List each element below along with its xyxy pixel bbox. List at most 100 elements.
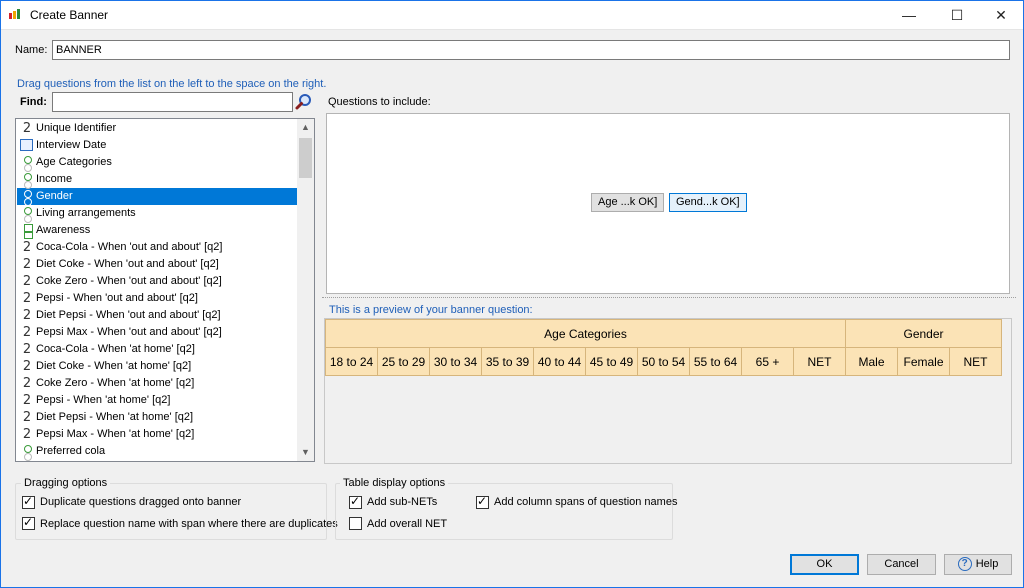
column-header: 40 to 44: [533, 347, 586, 376]
group-header-gender: Gender: [845, 319, 1002, 348]
list-item[interactable]: 2 Diet Pepsi - When 'out and about' [q2]: [17, 307, 297, 324]
list-item-label: Gender: [36, 190, 73, 202]
list-item-label: Coke Zero - When 'out and about' [q2]: [36, 275, 222, 287]
duplicate-questions-checkbox[interactable]: [22, 494, 35, 509]
dragging-options-group: [15, 483, 327, 540]
list-item[interactable]: 2 Pepsi Max - When 'at home' [q2]: [17, 426, 297, 443]
ok-button[interactable]: OK: [790, 554, 859, 575]
find-label: Find:: [20, 96, 47, 108]
column-header: NET: [949, 347, 1002, 376]
splitter[interactable]: [322, 297, 1016, 298]
add-sub-nets-checkbox[interactable]: [349, 494, 362, 509]
list-item[interactable]: 2 Coca-Cola - When 'out and about' [q2]: [17, 239, 297, 256]
list-item-label: Pepsi Max - When 'out and about' [q2]: [36, 326, 222, 338]
numeric-question-icon: 2: [22, 342, 32, 357]
column-header: 18 to 24: [325, 347, 378, 376]
list-item[interactable]: Preferred cola: [17, 443, 297, 461]
list-item[interactable]: 2 Diet Coke - When 'out and about' [q2]: [17, 256, 297, 273]
numeric-question-icon: 2: [22, 325, 32, 340]
list-item[interactable]: Gender: [17, 188, 297, 206]
dragging-options-title: Dragging options: [21, 477, 111, 489]
list-item-label: Coca-Cola - When 'at home' [q2]: [36, 343, 195, 355]
list-item-label: Pepsi Max - When 'at home' [q2]: [36, 428, 195, 440]
include-drop-area[interactable]: [326, 113, 1010, 294]
numeric-question-icon: 2: [22, 427, 32, 442]
add-column-spans-checkbox[interactable]: [476, 494, 489, 509]
numeric-question-icon: 2: [22, 121, 32, 136]
column-header: 25 to 29: [377, 347, 430, 376]
help-button[interactable]: ? Help: [944, 554, 1012, 575]
single-response-icon: [21, 155, 33, 172]
table-display-options-group: [335, 483, 673, 540]
scroll-down-icon[interactable]: ▼: [297, 444, 314, 461]
column-header: Female: [897, 347, 950, 376]
add-overall-net-label: Add overall NET: [367, 518, 448, 530]
help-icon: ?: [957, 557, 972, 572]
list-item-label: Diet Coke - When 'out and about' [q2]: [36, 258, 219, 270]
chip-age-categories[interactable]: Age ...k OK]: [591, 193, 665, 212]
list-scrollbar[interactable]: ▲ ▼: [297, 119, 314, 461]
numeric-question-icon: 2: [22, 410, 32, 425]
list-item-label: Diet Pepsi - When 'out and about' [q2]: [36, 309, 221, 321]
list-item[interactable]: 2 Coke Zero - When 'at home' [q2]: [17, 375, 297, 392]
banner-preview-table: Age Categories Gender 18 to 24 25 to 29 …: [325, 319, 1002, 376]
list-item[interactable]: 2 Pepsi Max - When 'out and about' [q2]: [17, 324, 297, 341]
list-item-label: Pepsi - When 'at home' [q2]: [36, 394, 171, 406]
list-item-label: Interview Date: [36, 139, 107, 151]
list-item[interactable]: Age Categories: [17, 154, 297, 172]
list-item-label: Coke Zero - When 'at home' [q2]: [36, 377, 195, 389]
list-item-label: Income: [36, 173, 73, 185]
list-item[interactable]: 2 Unique Identifier: [17, 120, 297, 137]
numeric-question-icon: 2: [22, 291, 32, 306]
list-item[interactable]: 2 Pepsi - When 'out and about' [q2]: [17, 290, 297, 307]
single-response-icon: [21, 444, 33, 461]
minimize-button[interactable]: —: [886, 0, 932, 30]
include-label: Questions to include:: [328, 96, 431, 108]
question-list[interactable]: Preferred cola 2 Pepsi Max - When 'at home…: [15, 118, 315, 462]
multi-response-icon: [21, 223, 33, 239]
help-label: Help: [975, 558, 999, 570]
magnifier-icon[interactable]: [294, 92, 314, 112]
column-header: NET: [793, 347, 846, 376]
single-response-icon: [21, 172, 33, 189]
numeric-question-icon: 2: [22, 308, 32, 323]
close-button[interactable]: ✕: [978, 0, 1024, 30]
window-title: Create Banner: [30, 8, 109, 22]
list-item-label: Diet Pepsi - When 'at home' [q2]: [36, 411, 194, 423]
list-item-label: Living arrangements: [36, 207, 136, 219]
list-item[interactable]: Living arrangements: [17, 205, 297, 223]
date-question-icon: [20, 139, 33, 151]
chip-gender[interactable]: Gend...k OK]: [669, 193, 747, 212]
list-item[interactable]: Interview Date: [17, 137, 297, 154]
group-header-age: Age Categories: [325, 319, 846, 348]
name-field[interactable]: BANNER: [52, 40, 1010, 60]
list-item-label: Coca-Cola - When 'out and about' [q2]: [36, 241, 223, 253]
replace-name-checkbox[interactable]: [22, 515, 35, 530]
app-icon: [9, 9, 23, 19]
list-item[interactable]: 2 Diet Pepsi - When 'at home' [q2]: [17, 409, 297, 426]
maximize-button[interactable]: ☐: [934, 0, 980, 30]
list-item[interactable]: Income: [17, 171, 297, 189]
list-item[interactable]: Awareness: [17, 222, 297, 239]
preview-label: This is a preview of your banner questio…: [329, 304, 533, 316]
column-header: 45 to 49: [585, 347, 638, 376]
replace-name-label: Replace question name with span where th…: [40, 518, 338, 530]
list-item[interactable]: 2 Coke Zero - When 'out and about' [q2]: [17, 273, 297, 290]
list-item[interactable]: 2 Coca-Cola - When 'at home' [q2]: [17, 341, 297, 358]
column-header: 55 to 64: [689, 347, 742, 376]
list-item[interactable]: 2 Diet Coke - When 'at home' [q2]: [17, 358, 297, 375]
column-header: Male: [845, 347, 898, 376]
list-item-label: Pepsi - When 'out and about' [q2]: [36, 292, 198, 304]
numeric-question-icon: 2: [22, 393, 32, 408]
list-item-label: Awareness: [36, 224, 91, 236]
add-column-spans-label: Add column spans of question names: [494, 496, 678, 508]
add-sub-nets-label: Add sub-NETs: [367, 496, 438, 508]
list-item-label: Unique Identifier: [36, 122, 117, 134]
column-header: 30 to 34: [429, 347, 482, 376]
scroll-up-icon[interactable]: ▲: [297, 119, 314, 136]
scroll-thumb[interactable]: [299, 138, 312, 178]
add-overall-net-checkbox[interactable]: [349, 517, 362, 530]
list-item[interactable]: 2 Pepsi - When 'at home' [q2]: [17, 392, 297, 409]
find-input[interactable]: [52, 92, 293, 112]
cancel-button[interactable]: Cancel: [867, 554, 936, 575]
